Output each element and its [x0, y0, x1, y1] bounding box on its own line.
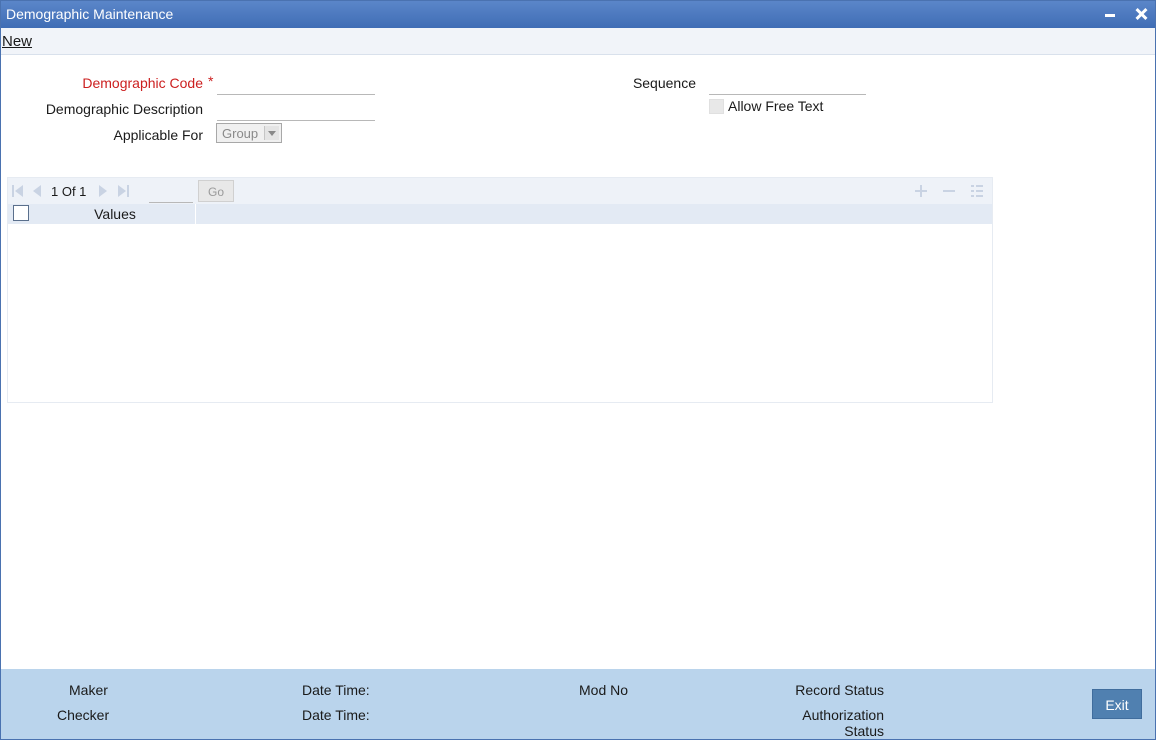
prev-page-icon[interactable] — [32, 185, 44, 197]
maker-datetime-label: Date Time: — [302, 682, 370, 698]
minimize-icon[interactable] — [1101, 5, 1119, 23]
close-icon[interactable] — [1132, 5, 1150, 23]
audit-footer: Maker Checker Date Time: Date Time: Mod … — [1, 669, 1155, 739]
title-bar: Demographic Maintenance — [1, 1, 1155, 28]
applicable-for-label: Applicable For — [113, 127, 204, 143]
checker-label: Checker — [57, 707, 110, 723]
column-header-values[interactable]: Values — [35, 204, 196, 224]
demographic-code-label: Demographic Code — [82, 75, 203, 91]
required-mark: * — [208, 73, 214, 89]
demographic-code-input[interactable] — [217, 74, 375, 95]
allow-free-text-checkbox[interactable] — [709, 99, 724, 114]
window: Demographic Maintenance New Demographic … — [0, 0, 1156, 740]
sequence-label: Sequence — [632, 75, 696, 91]
page-number-input[interactable] — [149, 182, 193, 203]
remove-row-icon[interactable] — [943, 185, 955, 197]
next-page-icon[interactable] — [97, 185, 109, 197]
chevron-down-icon — [264, 126, 279, 140]
exit-button[interactable]: Exit — [1092, 689, 1142, 719]
menu-bar: New — [1, 28, 1155, 55]
checker-datetime-label: Date Time: — [302, 707, 370, 723]
authorization-status-label: Status — [844, 723, 884, 739]
sequence-input[interactable] — [709, 74, 866, 95]
add-row-icon[interactable] — [915, 185, 927, 197]
go-button[interactable]: Go — [198, 180, 234, 202]
new-link[interactable]: New — [2, 33, 32, 50]
demographic-description-label: Demographic Description — [45, 101, 203, 117]
last-page-icon[interactable] — [118, 185, 130, 197]
allow-free-text-label: Allow Free Text — [728, 98, 824, 114]
grid-header: Values — [8, 204, 992, 224]
page-indicator: 1 Of 1 — [51, 184, 87, 199]
grid-toolbar: 1 Of 1 Go — [8, 178, 992, 204]
applicable-for-select[interactable]: Group — [216, 123, 282, 143]
demographic-description-input[interactable] — [217, 100, 375, 121]
mod-no-label: Mod No — [579, 682, 629, 698]
authorization-label: Authorization — [802, 707, 884, 723]
list-view-icon[interactable] — [971, 185, 983, 197]
first-page-icon[interactable] — [12, 185, 24, 197]
record-status-label: Record Status — [795, 682, 884, 698]
window-title: Demographic Maintenance — [6, 6, 174, 22]
select-all-checkbox[interactable] — [13, 205, 29, 221]
values-grid: 1 Of 1 Go Values — [7, 177, 993, 403]
applicable-for-value: Group — [222, 126, 259, 141]
maker-label: Maker — [69, 682, 108, 698]
